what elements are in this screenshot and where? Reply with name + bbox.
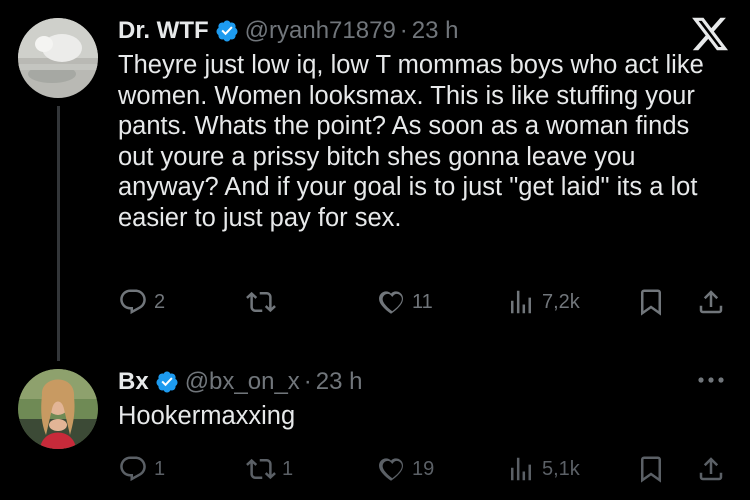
share-icon <box>699 290 723 314</box>
like-button[interactable]: 11 <box>376 282 433 322</box>
bookmark-icon <box>641 289 661 316</box>
reply-count: 1 <box>154 457 166 480</box>
tweet[interactable]: Dr. WTF @ryanh71879 · 23 h Theyre just l… <box>0 0 750 361</box>
tweet-content: Bx @bx_on_x · 23 h Hookermaxxing <box>118 363 730 432</box>
share-button[interactable] <box>696 282 726 322</box>
tweet-actions: 1 1 19 5,1k <box>118 449 728 489</box>
tweet-header: Dr. WTF @ryanh71879 · 23 h <box>118 12 730 50</box>
verified-badge-icon <box>216 20 238 42</box>
avatar[interactable] <box>18 369 98 449</box>
more-icon[interactable] <box>696 375 726 385</box>
avatar[interactable] <box>18 18 98 98</box>
retweet-icon <box>246 291 276 313</box>
separator-dot: · <box>303 368 312 395</box>
view-count: 7,2k <box>542 290 580 313</box>
heart-icon <box>379 458 403 481</box>
retweet-count: 1 <box>282 457 294 480</box>
display-name[interactable]: Bx <box>118 368 149 396</box>
tweet-header: Bx @bx_on_x · 23 h <box>118 363 730 401</box>
separator-dot: · <box>399 17 408 44</box>
tweet-text: Hookermaxxing <box>118 402 296 430</box>
verified-badge-icon <box>156 371 178 393</box>
views-icon <box>511 457 531 481</box>
retweet-button[interactable]: 1 <box>246 449 293 489</box>
bookmark-button[interactable] <box>636 282 666 322</box>
handle[interactable]: @ryanh71879 <box>245 17 396 45</box>
views-icon <box>511 290 531 314</box>
bookmark-button[interactable] <box>636 449 666 489</box>
retweet-button[interactable] <box>246 282 282 322</box>
thread-line <box>57 106 60 361</box>
tweet-text: Theyre just low iq, low T mommas boys wh… <box>118 51 704 232</box>
reply-button[interactable]: 2 <box>118 282 165 322</box>
reply-icon <box>120 289 146 315</box>
views-button[interactable]: 5,1k <box>506 449 580 489</box>
tweet-content: Dr. WTF @ryanh71879 · 23 h Theyre just l… <box>118 12 730 234</box>
views-button[interactable]: 7,2k <box>506 282 580 322</box>
like-count: 11 <box>412 290 433 313</box>
like-button[interactable]: 19 <box>376 449 434 489</box>
tweet-actions: 2 11 7,2k <box>118 282 728 322</box>
x-logo-icon <box>692 17 729 51</box>
retweet-icon <box>246 458 276 480</box>
reply-button[interactable]: 1 <box>118 449 165 489</box>
heart-icon <box>379 291 403 314</box>
bookmark-icon <box>641 456 661 483</box>
view-count: 5,1k <box>542 457 580 480</box>
display-name[interactable]: Dr. WTF <box>118 17 209 45</box>
handle[interactable]: @bx_on_x <box>185 368 300 396</box>
share-button[interactable] <box>696 449 726 489</box>
reply-count: 2 <box>154 290 166 313</box>
timestamp[interactable]: 23 h <box>316 368 363 396</box>
like-count: 19 <box>412 457 435 480</box>
tweet[interactable]: Bx @bx_on_x · 23 h Hookermaxxing 1 1 19 <box>0 355 750 500</box>
timestamp[interactable]: 23 h <box>412 17 459 45</box>
share-icon <box>699 457 723 481</box>
reply-icon <box>120 456 146 482</box>
